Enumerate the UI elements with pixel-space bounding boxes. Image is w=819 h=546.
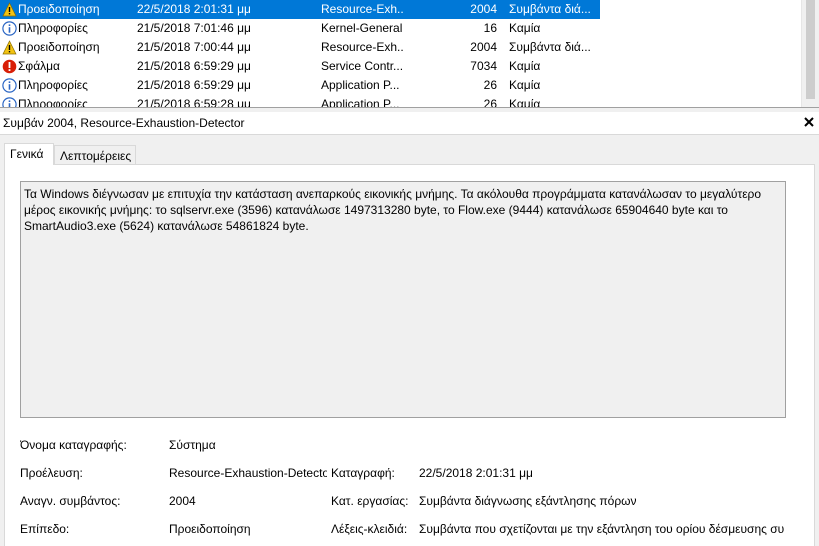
log-name-label: Όνομα καταγραφής: bbox=[20, 438, 127, 452]
event-task-category: Καμία bbox=[509, 78, 541, 92]
event-task-category: Καμία bbox=[509, 59, 541, 73]
warning-icon bbox=[2, 40, 17, 55]
event-date: 21/5/2018 6:59:28 μμ bbox=[137, 97, 251, 107]
event-date: 21/5/2018 7:01:46 μμ bbox=[137, 21, 251, 35]
event-id: 16 bbox=[483, 21, 497, 35]
tab-details[interactable]: Λεπτομέρειες bbox=[54, 145, 136, 165]
event-detail-title: Συμβάν 2004, Resource-Exhaustion-Detecto… bbox=[3, 116, 245, 130]
event-id-label: Αναγν. συμβάντος: bbox=[20, 494, 121, 508]
task-category-value: Συμβάντα διάγνωσης εξάντλησης πόρων bbox=[419, 494, 637, 508]
event-task-category: Συμβάντα διά... bbox=[509, 40, 591, 54]
event-source: Application P... bbox=[321, 78, 400, 92]
event-id: 7034 bbox=[470, 59, 497, 73]
event-source: Application P... bbox=[321, 97, 400, 107]
event-row[interactable]: Πληροφορίες 21/5/2018 7:01:46 μμ Kernel-Ge… bbox=[0, 19, 600, 38]
event-row[interactable]: Πληροφορίες 21/5/2018 6:59:29 μμ Applicati… bbox=[0, 76, 600, 95]
keywords-label: Λέξεις-κλειδιά: bbox=[331, 522, 408, 536]
info-icon bbox=[2, 97, 17, 107]
event-level: Προειδοποίηση bbox=[18, 2, 100, 16]
level-value: Προειδοποίηση bbox=[169, 522, 251, 536]
info-icon bbox=[2, 21, 17, 36]
task-category-label: Κατ. εργασίας: bbox=[331, 494, 409, 508]
event-id: 26 bbox=[483, 78, 497, 92]
keywords-value: Συμβάντα που σχετίζονται με την εξάντλησ… bbox=[419, 522, 785, 536]
close-icon[interactable] bbox=[801, 114, 817, 130]
general-tab-panel: Τα Windows διέγνωσαν με επιτυχία την κατ… bbox=[4, 164, 815, 546]
event-row[interactable]: Σφάλμα 21/5/2018 6:59:29 μμ Service Contr.… bbox=[0, 57, 600, 76]
event-level: Πληροφορίες bbox=[18, 78, 88, 92]
event-task-category: Καμία bbox=[509, 97, 541, 107]
event-detail-pane: Λεπτομέρειες Γενικά Τα Windows διέγνωσαν… bbox=[0, 135, 819, 546]
event-source: Resource-Exh... bbox=[321, 40, 403, 54]
event-level: Προειδοποίηση bbox=[18, 40, 100, 54]
logged-label: Καταγραφή: bbox=[331, 466, 395, 480]
event-date: 21/5/2018 6:59:29 μμ bbox=[137, 59, 251, 73]
tab-general[interactable]: Γενικά bbox=[4, 143, 54, 165]
level-label: Επίπεδο: bbox=[20, 522, 70, 536]
event-id: 2004 bbox=[470, 40, 497, 54]
event-source: Service Contr... bbox=[321, 59, 403, 73]
event-task-category: Συμβάντα διά... bbox=[509, 2, 591, 16]
error-icon bbox=[2, 59, 17, 74]
event-message[interactable]: Τα Windows διέγνωσαν με επιτυχία την κατ… bbox=[20, 181, 786, 418]
event-row[interactable]: Προειδοποίηση 21/5/2018 7:00:44 μμ Resourc… bbox=[0, 38, 600, 57]
event-row[interactable]: Προειδοποίηση 22/5/2018 2:01:31 μμ Resourc… bbox=[0, 0, 600, 19]
logged-value: 22/5/2018 2:01:31 μμ bbox=[419, 466, 533, 480]
info-icon bbox=[2, 78, 17, 93]
event-date: 21/5/2018 6:59:29 μμ bbox=[137, 78, 251, 92]
warning-icon bbox=[2, 2, 17, 17]
event-date: 21/5/2018 7:00:44 μμ bbox=[137, 40, 251, 54]
event-row[interactable]: Πληροφορίες 21/5/2018 6:59:28 μμ Applicati… bbox=[0, 95, 600, 107]
source-label: Προέλευση: bbox=[20, 466, 83, 480]
log-name-value: Σύστημα bbox=[169, 438, 216, 452]
event-id-value: 2004 bbox=[169, 494, 196, 508]
event-source: Kernel-General bbox=[321, 21, 403, 35]
event-level: Πληροφορίες bbox=[18, 97, 88, 107]
event-id: 2004 bbox=[470, 2, 497, 16]
event-list[interactable]: Προειδοποίηση 22/5/2018 2:01:31 μμ Resourc… bbox=[0, 0, 819, 107]
event-date: 22/5/2018 2:01:31 μμ bbox=[137, 2, 251, 16]
source-value: Resource-Exhaustion-Detecto bbox=[169, 466, 327, 480]
event-id: 26 bbox=[483, 97, 497, 107]
event-level: Πληροφορίες bbox=[18, 21, 88, 35]
event-level: Σφάλμα bbox=[18, 59, 60, 73]
event-detail-header: Συμβάν 2004, Resource-Exhaustion-Detecto… bbox=[0, 112, 819, 135]
event-source: Resource-Exh... bbox=[321, 2, 403, 16]
event-task-category: Καμία bbox=[509, 21, 541, 35]
event-list-scrollbar[interactable] bbox=[801, 0, 819, 107]
scrollbar-thumb[interactable] bbox=[806, 0, 815, 99]
